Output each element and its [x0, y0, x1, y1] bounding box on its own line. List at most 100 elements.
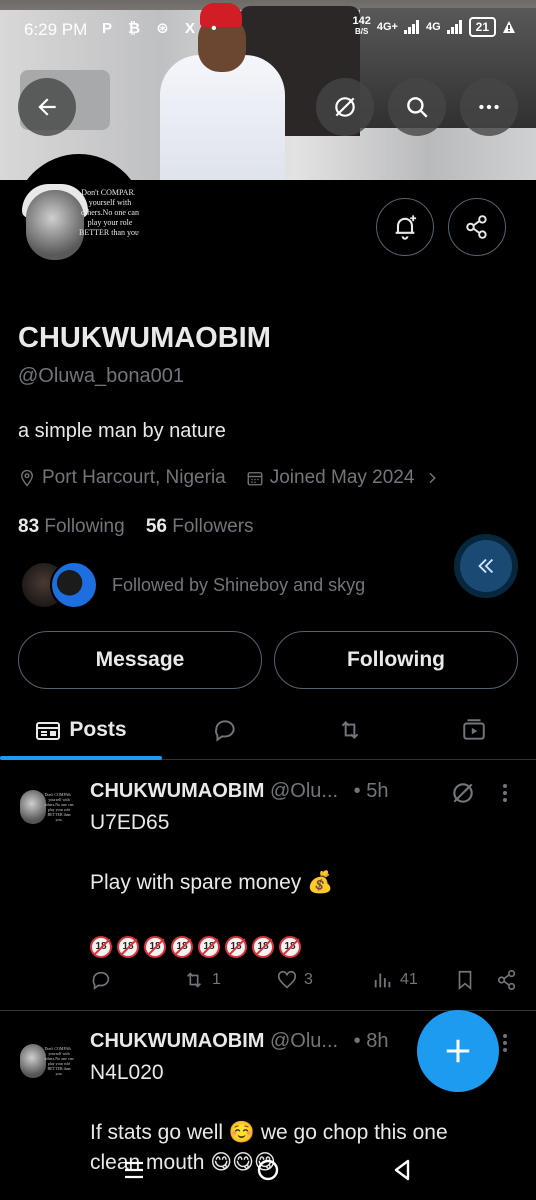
post-avatar-face [20, 1044, 46, 1078]
age-badge-icon: 18 [117, 936, 139, 958]
profile-display-name: CHUKWUMAOBIM [18, 322, 271, 354]
message-button[interactable]: Message [18, 631, 262, 689]
profile-joined: Joined May 2024 [269, 467, 415, 488]
home-button[interactable] [248, 1150, 288, 1190]
following-count: 83 [18, 516, 40, 537]
triangle-back-icon [394, 1159, 410, 1181]
following-link[interactable]: 83 Following [18, 516, 125, 537]
followed-by-row[interactable]: Followed by Shineboy and skyg [20, 560, 365, 610]
chevron-right-icon[interactable] [424, 470, 440, 486]
bookmark-icon [458, 970, 472, 991]
signal-icon-2 [446, 19, 462, 34]
post-avatar[interactable]: Don't COMPARE yourself with others.No on… [18, 780, 74, 836]
menu-icon [125, 1161, 143, 1179]
post-header: CHUKWUMAOBIM @Olu... • 5h [90, 780, 388, 803]
status-bar: 6:29 PM P ₿ ⊛ X • 142 B/S 4G+ 4G 21 [0, 0, 536, 60]
grok-icon[interactable] [450, 780, 476, 806]
post-time: • 8h [353, 1030, 389, 1052]
followers-label: Followers [172, 516, 254, 537]
share-profile-button[interactable] [448, 198, 506, 256]
tab-replies[interactable] [162, 700, 287, 760]
post-avatar-face [20, 790, 46, 824]
home-circle-icon [257, 1159, 279, 1181]
reply-icon [92, 971, 110, 990]
like-count: 3 [304, 971, 313, 988]
reply-icon [214, 720, 235, 742]
status-right: 142 B/S 4G+ 4G 21 [352, 16, 516, 37]
active-tab-indicator [0, 756, 162, 760]
double-chevron-left-icon [478, 558, 494, 574]
profile-meta: Port Harcourt, Nigeria Joined May 2024 [18, 467, 440, 489]
post-author-handle: @Olu... [269, 1030, 339, 1052]
post-text-line1: N4L020 [90, 1061, 164, 1084]
reply-button[interactable] [90, 969, 118, 991]
system-nav-bar [0, 1140, 536, 1200]
notification-icons: P ₿ ⊛ X • [102, 20, 223, 37]
following-button[interactable]: Following [274, 631, 518, 689]
views-button[interactable]: 41 [372, 969, 418, 991]
warning-icon [503, 20, 515, 33]
calendar-icon [247, 472, 263, 486]
search-button[interactable] [388, 78, 446, 136]
profile-avatar[interactable]: Don't COMPARE yourself with others.No on… [14, 154, 144, 284]
location-pin-icon [21, 469, 33, 487]
age-badge-icon: 18 [279, 936, 301, 958]
bookmark-button[interactable] [454, 969, 476, 991]
post-time: • 5h [353, 780, 389, 802]
post-avatar-quote: Don't COMPARE yourself with others.No on… [44, 792, 74, 822]
collapse-button[interactable] [460, 540, 512, 592]
banner-person [160, 55, 285, 180]
network-2-label: 4G [425, 20, 441, 33]
post-item[interactable]: Don't COMPARE yourself with others.No on… [0, 762, 536, 1012]
premium-button[interactable] [316, 78, 374, 136]
network-1-label: 4G+ [376, 20, 398, 33]
network-speed: 142 B/S [352, 16, 370, 37]
age-badge-icon: 18 [225, 936, 247, 958]
profile-handle: @Oluwa_bona001 [18, 365, 184, 387]
plus-icon [446, 1039, 470, 1063]
repost-count: 1 [212, 971, 221, 988]
system-back-button[interactable] [382, 1150, 422, 1190]
post-more-icon[interactable] [498, 782, 512, 804]
tab-media[interactable] [412, 700, 536, 760]
age-badge-icon: 18 [171, 936, 193, 958]
tab-reposts[interactable] [287, 700, 412, 760]
post-avatar[interactable]: Don't COMPARE yourself with others.No on… [18, 1034, 74, 1090]
age-badge-icon: 18 [198, 936, 220, 958]
post-text-line1: U7ED65 [90, 811, 170, 834]
compose-button[interactable] [417, 1010, 499, 1092]
post-author-name[interactable]: CHUKWUMAOBIM [90, 1030, 264, 1052]
age-badge-icon: 18 [90, 936, 112, 958]
follow-counts: 83 Following 56 Followers [18, 516, 254, 538]
avatar-quote: Don't COMPARE yourself with others.No on… [79, 188, 141, 237]
speed-unit: B/S [354, 27, 369, 36]
posts-icon [36, 722, 61, 740]
share-button[interactable] [496, 969, 518, 991]
share-icon [466, 215, 487, 239]
like-button[interactable]: 3 [276, 969, 313, 991]
recents-button[interactable] [114, 1150, 154, 1190]
search-icon [407, 97, 428, 118]
following-label: Following [44, 516, 125, 537]
notify-button[interactable] [376, 198, 434, 256]
signal-icon [403, 19, 419, 34]
profile-bio: a simple man by nature [18, 420, 226, 442]
more-icon [479, 104, 499, 110]
back-button[interactable] [18, 78, 76, 136]
repost-icon [341, 721, 358, 739]
slash-circle-icon [335, 97, 355, 117]
age-badges: 18 18 18 18 18 18 18 18 [90, 928, 306, 958]
age-badge-icon: 18 [252, 936, 274, 958]
repost-icon [186, 972, 202, 988]
followers-link[interactable]: 56 Followers [146, 516, 254, 537]
tab-posts-label: Posts [69, 718, 127, 741]
post-more-icon[interactable] [498, 1032, 512, 1054]
tab-posts[interactable]: Posts [0, 700, 162, 760]
arrow-left-icon [38, 98, 56, 116]
post-author-name[interactable]: CHUKWUMAOBIM [90, 780, 264, 802]
speed-value: 142 [352, 15, 371, 27]
profile-tabs: Posts [0, 700, 536, 760]
repost-button[interactable]: 1 [182, 969, 221, 991]
more-button[interactable] [460, 78, 518, 136]
follower-avatar-2 [50, 561, 98, 609]
